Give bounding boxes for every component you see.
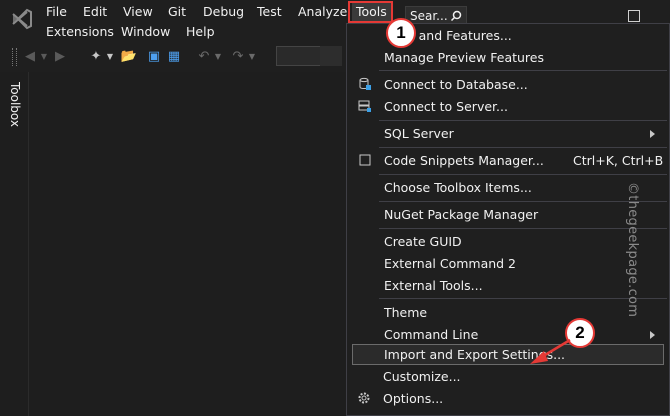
menu-item-command-line[interactable]: Command Line xyxy=(347,324,669,345)
menu-item-shortcut: Ctrl+K, Ctrl+B xyxy=(573,153,664,168)
search-icon xyxy=(450,10,462,22)
menu-item-label: Create GUID xyxy=(384,234,462,249)
back-icon[interactable]: ◀ xyxy=(22,48,38,66)
submenu-arrow-icon xyxy=(650,331,655,339)
step-badge-1: 1 xyxy=(386,18,416,48)
menu-analyze[interactable]: Analyze xyxy=(298,2,347,22)
maximize-button[interactable] xyxy=(628,10,640,22)
menu-separator xyxy=(379,70,667,71)
menu-separator xyxy=(379,120,667,121)
menu-item-label: Theme xyxy=(384,305,428,320)
open-folder-icon[interactable]: 📂 xyxy=(120,48,138,66)
menu-item-connect-to-server[interactable]: Connect to Server... xyxy=(347,96,669,117)
undo-icon[interactable]: ↶ xyxy=(196,48,212,66)
menu-separator xyxy=(379,298,667,299)
menu-item-external-command-2[interactable]: External Command 2 xyxy=(347,253,669,274)
menu-item-label: External Tools... xyxy=(384,278,483,293)
menu-item-label: Connect to Database... xyxy=(384,77,528,92)
menu-item-label: Manage Preview Features xyxy=(384,50,545,65)
menu-help[interactable]: Help xyxy=(186,22,215,42)
menu-git[interactable]: Git xyxy=(168,2,186,22)
configuration-dropdown-arrow[interactable] xyxy=(320,46,342,66)
menu-item-label: SQL Server xyxy=(384,126,454,141)
back-dropdown-icon[interactable]: ▼ xyxy=(40,48,48,66)
new-project-dropdown-icon[interactable]: ▼ xyxy=(106,48,114,66)
save-icon[interactable]: ▣ xyxy=(146,48,162,66)
forward-icon[interactable]: ▶ xyxy=(52,48,68,66)
menu-separator xyxy=(379,147,667,148)
visual-studio-logo-icon xyxy=(12,8,32,30)
menu-item-import-and-export-settings[interactable]: Import and Export Settings... xyxy=(352,344,664,365)
menu-item-label: Options... xyxy=(383,391,444,406)
menu-item-external-tools[interactable]: External Tools... xyxy=(347,275,669,296)
redo-icon[interactable]: ↷ xyxy=(230,48,246,66)
tools-menu-annotation-box xyxy=(348,1,393,23)
save-all-icon[interactable]: ▦ xyxy=(166,48,182,66)
menu-item-label: Choose Toolbox Items... xyxy=(384,180,532,195)
annotation-arrow-icon xyxy=(530,338,571,364)
menu-item-label: External Command 2 xyxy=(384,256,517,271)
menu-item-label: Customize... xyxy=(383,369,461,384)
menu-item-code-snippets-manager[interactable]: Code Snippets Manager... Ctrl+K, Ctrl+B xyxy=(347,150,669,171)
menu-file[interactable]: File xyxy=(46,2,67,22)
gear-icon xyxy=(358,392,370,404)
menu-extensions[interactable]: Extensions xyxy=(46,22,114,42)
menu-item-label: Command Line xyxy=(384,327,479,342)
toolbar-grip[interactable] xyxy=(12,48,17,66)
menu-item-theme[interactable]: Theme xyxy=(347,302,669,323)
menu-item-connect-to-database[interactable]: Connect to Database... xyxy=(347,74,669,95)
search-label: Sear... xyxy=(410,9,448,23)
undo-dropdown-icon[interactable]: ▼ xyxy=(214,48,222,66)
menu-separator xyxy=(379,228,667,229)
menu-item-create-guid[interactable]: Create GUID xyxy=(347,231,669,252)
new-project-icon[interactable]: ✦ xyxy=(88,48,104,66)
redo-dropdown-icon[interactable]: ▼ xyxy=(248,48,256,66)
menu-item-options[interactable]: Options... xyxy=(346,388,668,409)
menu-item-label: NuGet Package Manager xyxy=(384,207,539,222)
menu-item-manage-preview-features[interactable]: Manage Preview Features xyxy=(347,47,669,68)
toolbox-tab[interactable]: Toolbox xyxy=(8,82,22,127)
menu-item-choose-toolbox-items[interactable]: Choose Toolbox Items... xyxy=(347,177,669,198)
menu-separator xyxy=(379,201,667,202)
snippet-icon xyxy=(359,154,371,166)
menu-separator xyxy=(379,174,667,175)
menu-window[interactable]: Window xyxy=(121,22,170,42)
menu-item-label: Connect to Server... xyxy=(384,99,508,114)
server-connect-icon xyxy=(358,100,371,112)
menu-view[interactable]: View xyxy=(123,2,153,22)
menu-test[interactable]: Test xyxy=(257,2,282,22)
menu-item-sql-server[interactable]: SQL Server xyxy=(347,123,669,144)
menu-item-customize[interactable]: Customize... xyxy=(346,366,668,387)
menu-debug[interactable]: Debug xyxy=(203,2,244,22)
menu-item-label: Code Snippets Manager... xyxy=(384,153,544,168)
menu-edit[interactable]: Edit xyxy=(83,2,107,22)
submenu-arrow-icon xyxy=(650,130,655,138)
menu-item-nuget-package-manager[interactable]: NuGet Package Manager xyxy=(347,204,669,225)
database-connect-icon xyxy=(359,77,371,90)
watermark: ©thegeekpage.com xyxy=(625,182,640,318)
